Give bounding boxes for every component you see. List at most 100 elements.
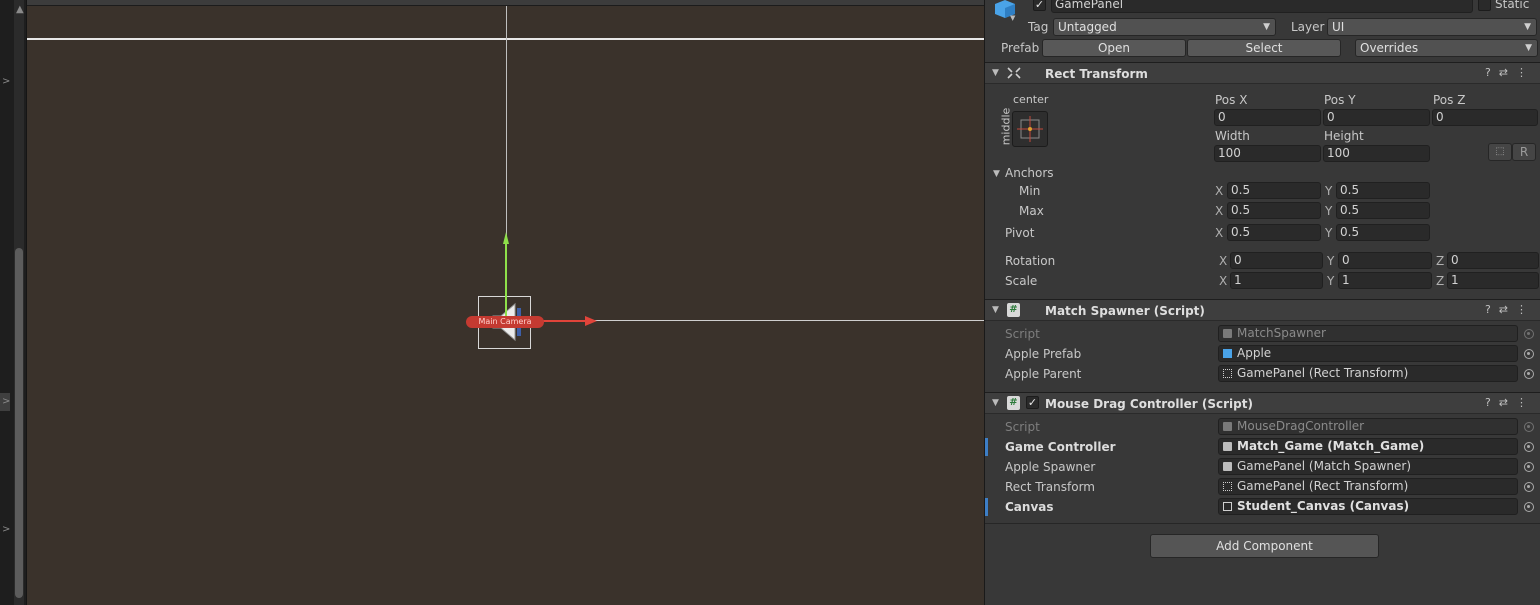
override-marker: [985, 438, 988, 456]
pos-y-field[interactable]: 0: [1323, 109, 1430, 126]
scene-view[interactable]: Main Camera: [27, 0, 984, 605]
layer-dropdown[interactable]: UI ▼: [1327, 18, 1537, 36]
game-controller-field[interactable]: Match_Game (Match_Game): [1218, 438, 1518, 455]
chevron-right-icon[interactable]: >: [2, 524, 10, 535]
add-component-button[interactable]: Add Component: [1150, 534, 1379, 558]
scroll-up-icon[interactable]: ▲: [16, 4, 24, 15]
apple-prefab-label: Apple Prefab: [1005, 347, 1082, 361]
component-title: Mouse Drag Controller (Script): [1045, 397, 1253, 411]
script-icon: #: [1007, 303, 1020, 317]
script-file-icon: [1223, 442, 1232, 451]
scrollbar-thumb[interactable]: [15, 248, 23, 598]
rotation-z-field[interactable]: 0: [1447, 252, 1539, 269]
object-picker-icon[interactable]: [1524, 442, 1534, 452]
foldout-icon[interactable]: ▼: [992, 305, 999, 315]
anchor-max-x-field[interactable]: 0.5: [1227, 202, 1321, 219]
axis-y-label: Y: [1325, 226, 1333, 240]
static-label: Static: [1495, 0, 1530, 11]
axis-x-label: X: [1219, 254, 1228, 268]
scale-x-field[interactable]: 1: [1230, 272, 1323, 289]
anchor-horizontal-label: center: [1013, 93, 1049, 106]
pos-x-field[interactable]: 0: [1214, 109, 1321, 126]
height-label: Height: [1324, 129, 1364, 143]
rect-transform-icon: [1223, 482, 1232, 491]
axis-y-label: Y: [1325, 204, 1333, 218]
prefab-open-button[interactable]: Open: [1042, 39, 1186, 57]
axis-x-label: X: [1215, 184, 1224, 198]
axis-z-label: Z: [1436, 254, 1445, 268]
apple-parent-field[interactable]: GamePanel (Rect Transform): [1218, 365, 1518, 382]
scale-z-field[interactable]: 1: [1447, 272, 1539, 289]
component-enabled-checkbox[interactable]: ✓: [1026, 396, 1039, 409]
height-field[interactable]: 100: [1323, 145, 1430, 162]
pos-z-field[interactable]: 0: [1432, 109, 1538, 126]
pivot-x-field[interactable]: 0.5: [1227, 224, 1321, 241]
chevron-down-icon: ▼: [1525, 43, 1532, 53]
axis-z-label: Z: [1436, 274, 1445, 288]
apple-spawner-field[interactable]: GamePanel (Match Spawner): [1218, 458, 1518, 475]
prefab-icon: [1223, 349, 1232, 358]
anchors-foldout-icon[interactable]: ▼: [993, 169, 1000, 179]
apple-parent-label: Apple Parent: [1005, 367, 1082, 381]
object-picker-icon[interactable]: [1524, 462, 1534, 472]
rect-transform-icon: [1223, 369, 1232, 378]
chevron-right-icon[interactable]: >: [2, 396, 10, 407]
apple-prefab-field[interactable]: Apple: [1218, 345, 1518, 362]
anchor-min-x-field[interactable]: 0.5: [1227, 182, 1321, 199]
rect-transform-field[interactable]: GamePanel (Rect Transform): [1218, 478, 1518, 495]
anchor-min-y-field[interactable]: 0.5: [1336, 182, 1430, 199]
component-header-icons[interactable]: ?⇄⋮: [1485, 396, 1535, 409]
foldout-icon[interactable]: ▼: [992, 68, 999, 78]
canvas-field[interactable]: Student_Canvas (Canvas): [1218, 498, 1518, 515]
prefab-select-button[interactable]: Select: [1187, 39, 1341, 57]
raw-edit-button[interactable]: R: [1512, 143, 1536, 161]
width-label: Width: [1215, 129, 1250, 143]
chevron-down-icon: ▼: [1263, 22, 1270, 32]
object-picker-icon[interactable]: [1524, 349, 1534, 359]
inspector-panel: ▼ ✓ GamePanel Static Tag Untagged ▼ Layer…: [984, 0, 1540, 605]
rect-transform-header[interactable]: ▼ Rect Transform ?⇄⋮: [985, 62, 1540, 84]
match-spawner-header[interactable]: ▼ # Match Spawner (Script) ?⇄⋮: [985, 299, 1540, 321]
rotation-y-field[interactable]: 0: [1338, 252, 1432, 269]
gameobject-name-field[interactable]: GamePanel: [1051, 0, 1473, 13]
anchor-max-y-field[interactable]: 0.5: [1336, 202, 1430, 219]
component-title: Match Spawner (Script): [1045, 304, 1205, 318]
script-field: MouseDragController: [1218, 418, 1518, 435]
prefab-label: Prefab: [1001, 41, 1040, 55]
width-field[interactable]: 100: [1214, 145, 1321, 162]
object-picker-icon[interactable]: [1524, 369, 1534, 379]
chevron-right-icon[interactable]: >: [2, 76, 10, 87]
active-checkbox[interactable]: ✓: [1033, 0, 1046, 11]
layer-label: Layer: [1291, 20, 1325, 34]
anchor-vertical-label: middle: [999, 107, 1013, 146]
tag-label: Tag: [1028, 20, 1049, 34]
script-field: MatchSpawner: [1218, 325, 1518, 342]
object-picker-icon[interactable]: [1524, 502, 1534, 512]
dropdown-icon[interactable]: ▼: [1010, 14, 1015, 22]
static-checkbox[interactable]: [1478, 0, 1491, 11]
pivot-label: Pivot: [1005, 226, 1035, 240]
blueprint-mode-button[interactable]: ⬚: [1488, 143, 1512, 161]
foldout-icon[interactable]: ▼: [992, 398, 999, 408]
canvas-label: Canvas: [1005, 500, 1054, 514]
anchor-presets-button[interactable]: [1012, 111, 1048, 147]
rotation-x-field[interactable]: 0: [1230, 252, 1323, 269]
axis-x-label: X: [1215, 226, 1224, 240]
object-picker-icon[interactable]: [1524, 482, 1534, 492]
tag-dropdown[interactable]: Untagged ▼: [1053, 18, 1276, 36]
mouse-drag-controller-header[interactable]: ▼ # ✓ Mouse Drag Controller (Script) ?⇄⋮: [985, 392, 1540, 414]
script-label: Script: [1005, 420, 1040, 434]
component-header-icons[interactable]: ?⇄⋮: [1485, 66, 1535, 79]
anchor-max-label: Max: [1019, 204, 1044, 218]
pos-x-label: Pos X: [1215, 93, 1248, 107]
apple-spawner-label: Apple Spawner: [1005, 460, 1096, 474]
canvas-icon: [1223, 502, 1232, 511]
pivot-y-field[interactable]: 0.5: [1336, 224, 1430, 241]
prefab-overrides-dropdown[interactable]: Overrides ▼: [1355, 39, 1538, 57]
script-file-icon: [1223, 462, 1232, 471]
move-y-handle[interactable]: [503, 232, 509, 320]
axis-x-label: X: [1215, 204, 1224, 218]
chevron-down-icon: ▼: [1524, 22, 1531, 32]
component-header-icons[interactable]: ?⇄⋮: [1485, 303, 1535, 316]
scale-y-field[interactable]: 1: [1338, 272, 1432, 289]
